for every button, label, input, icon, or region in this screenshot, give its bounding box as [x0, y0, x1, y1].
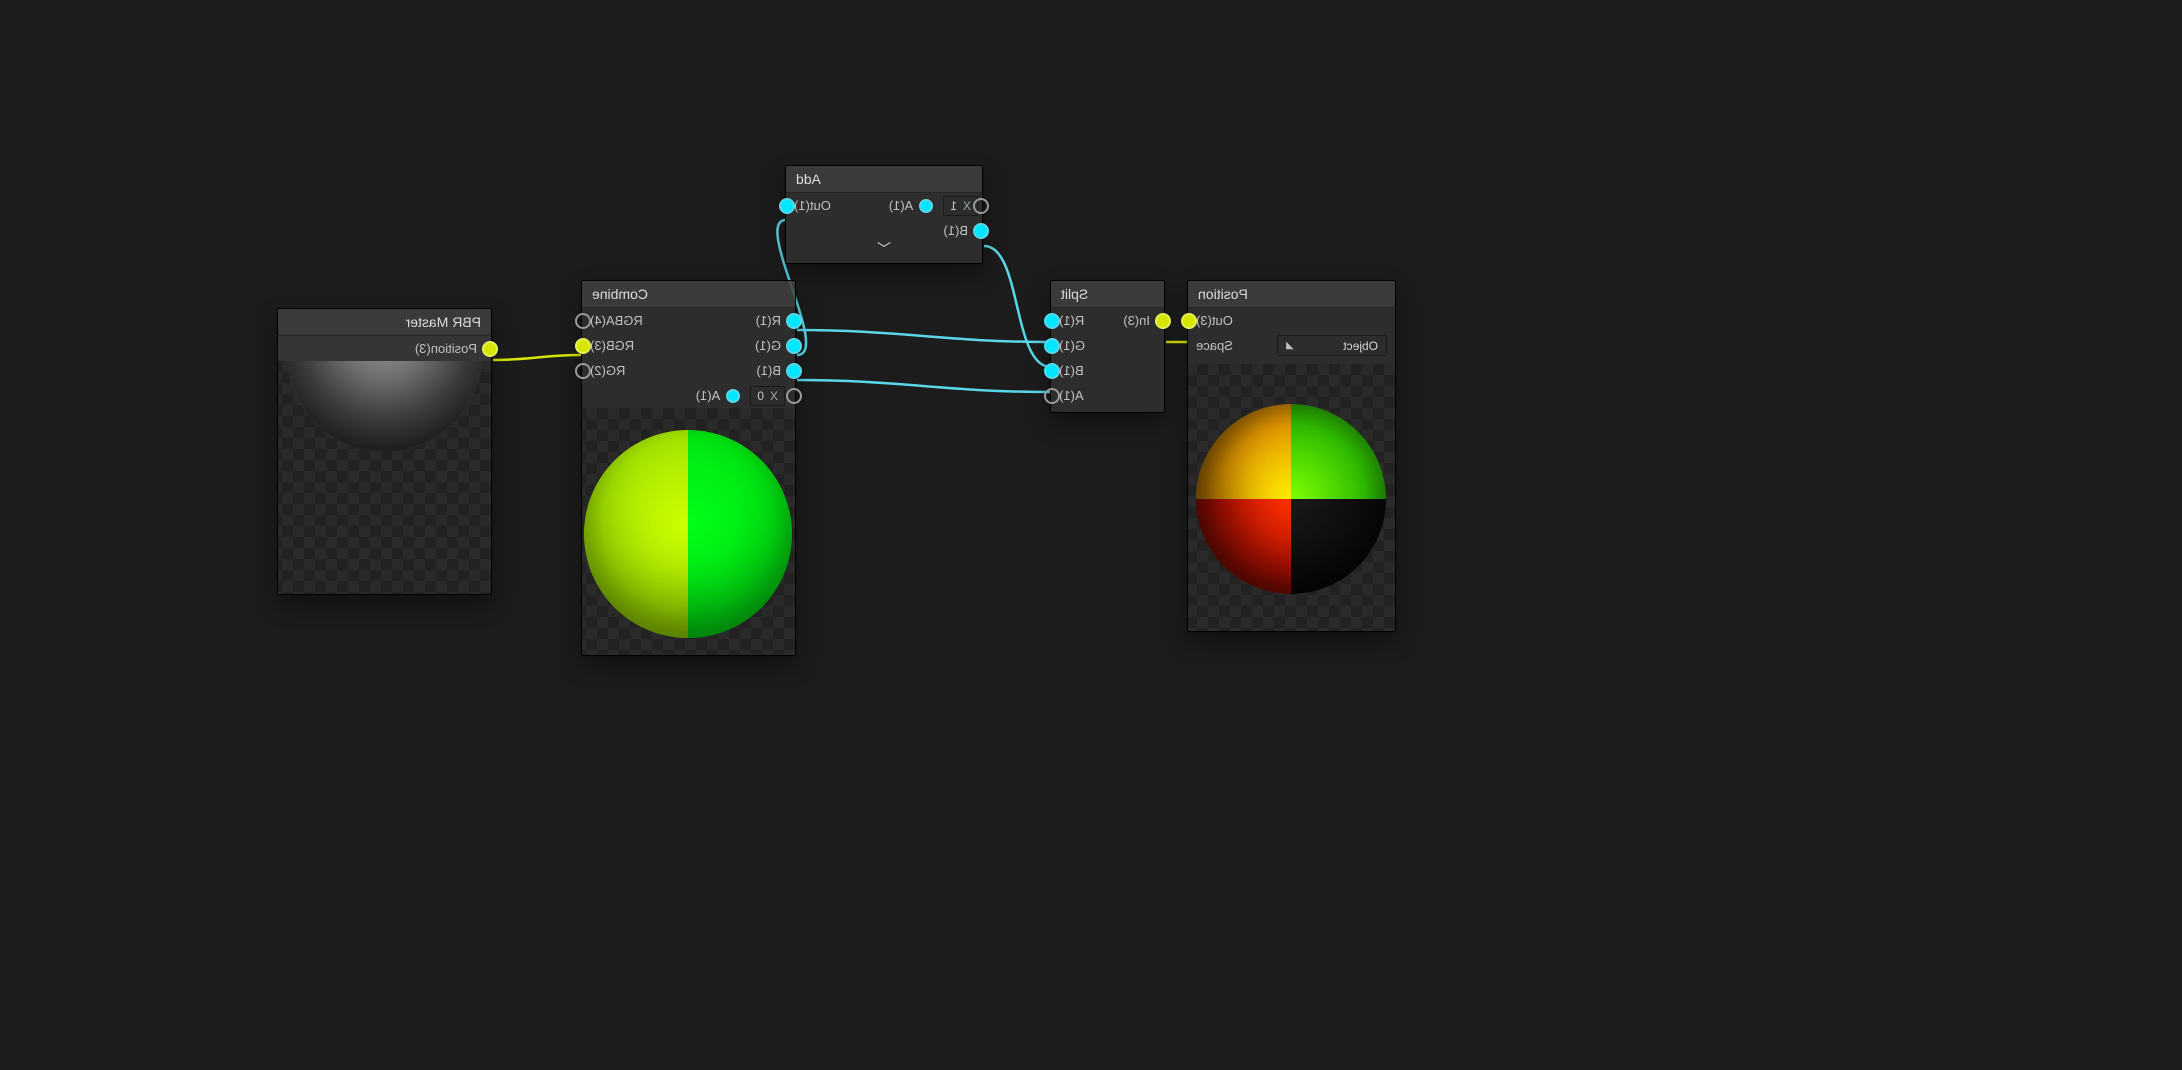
port-label: B(1) — [748, 363, 789, 378]
space-dropdown[interactable]: Object ◢ — [1277, 335, 1387, 356]
port-in-a[interactable] — [973, 198, 989, 214]
node-title: PBR Master — [278, 309, 491, 336]
port-out-g[interactable] — [1044, 338, 1060, 354]
port-out-out1[interactable] — [779, 198, 795, 214]
row-out-a: A(1) — [1051, 383, 1164, 408]
param-label: Space — [1196, 338, 1241, 353]
node-title: Position — [1188, 281, 1395, 308]
node-preview — [1188, 364, 1395, 631]
row-in-r: In(3) R(1) — [1051, 308, 1164, 333]
port-label: G(1) — [747, 338, 789, 353]
node-preview — [582, 408, 795, 655]
row-r-rgba: R(1) RGBA(4) — [582, 308, 795, 333]
port-out-a[interactable] — [1044, 388, 1060, 404]
port-label: Position(3) — [407, 341, 485, 356]
chevron-down-icon: ◢ — [1286, 340, 1294, 351]
inline-port-icon — [919, 199, 933, 213]
row-g-rgb: G(1) RGB(3) — [582, 333, 795, 358]
node-combine[interactable]: Combine R(1) RGBA(4) G(1) RGB(3) B(1) RG — [581, 280, 796, 656]
port-in-in3[interactable] — [1155, 313, 1171, 329]
node-position[interactable]: Position Out(3) Object ◢ Space — [1187, 280, 1396, 632]
port-in-r[interactable] — [786, 313, 802, 329]
port-label: RGB(3) — [582, 338, 642, 353]
preview-sphere-position — [1196, 404, 1386, 594]
node-split[interactable]: Split In(3) R(1) G(1) B(1) A(1) — [1050, 280, 1165, 413]
node-title: Add — [786, 166, 982, 193]
node-add[interactable]: Add X 1 A(1) Out(1) B(1) ﹀ — [785, 165, 983, 264]
port-in-a[interactable] — [786, 388, 802, 404]
port-in-b[interactable] — [973, 223, 989, 239]
port-label: R(1) — [748, 313, 789, 328]
field-prefix: X — [770, 389, 778, 403]
port-label: A(1) — [688, 388, 721, 403]
row-position3: Position(3) — [278, 336, 491, 361]
preview-sphere-pbr — [287, 361, 482, 452]
node-title: Combine — [582, 281, 795, 308]
port-in-position3[interactable] — [482, 341, 498, 357]
port-out-rgb3[interactable] — [575, 338, 591, 354]
row-b: B(1) — [786, 218, 982, 243]
row-out-b: B(1) — [1051, 358, 1164, 383]
node-preview — [278, 361, 491, 594]
field-value: 1 — [950, 199, 957, 213]
node-title: Split — [1051, 281, 1164, 308]
dropdown-value: Object — [1343, 339, 1378, 353]
node-pbr-master[interactable]: PBR Master Position(3) — [277, 308, 492, 595]
port-out[interactable] — [1181, 313, 1197, 329]
port-label: RGBA(4) — [582, 313, 651, 328]
field-value: 0 — [757, 389, 764, 403]
port-out-b[interactable] — [1044, 363, 1060, 379]
port-out-rgba4[interactable] — [575, 313, 591, 329]
row-b-rg: B(1) RG(2) — [582, 358, 795, 383]
port-in-b[interactable] — [786, 363, 802, 379]
port-label: A(1) — [881, 198, 914, 213]
port-in-g[interactable] — [786, 338, 802, 354]
shader-graph-canvas[interactable]: Position Out(3) Object ◢ Space Split — [0, 0, 2182, 1070]
preview-sphere-combine — [584, 430, 792, 638]
input-field-a[interactable]: X 0 — [750, 386, 785, 406]
port-out-r[interactable] — [1044, 313, 1060, 329]
port-label: B(1) — [935, 223, 976, 238]
inline-port-icon — [726, 389, 740, 403]
row-out-g: G(1) — [1051, 333, 1164, 358]
field-prefix: X — [963, 199, 971, 213]
param-space-row: Object ◢ Space — [1188, 333, 1395, 364]
port-out-rg2[interactable] — [575, 363, 591, 379]
port-label: In(3) — [1115, 313, 1158, 328]
row-a-out: X 1 A(1) Out(1) — [786, 193, 982, 218]
output-row-out3[interactable]: Out(3) — [1188, 308, 1395, 333]
row-a: X 0 A(1) — [582, 383, 795, 408]
